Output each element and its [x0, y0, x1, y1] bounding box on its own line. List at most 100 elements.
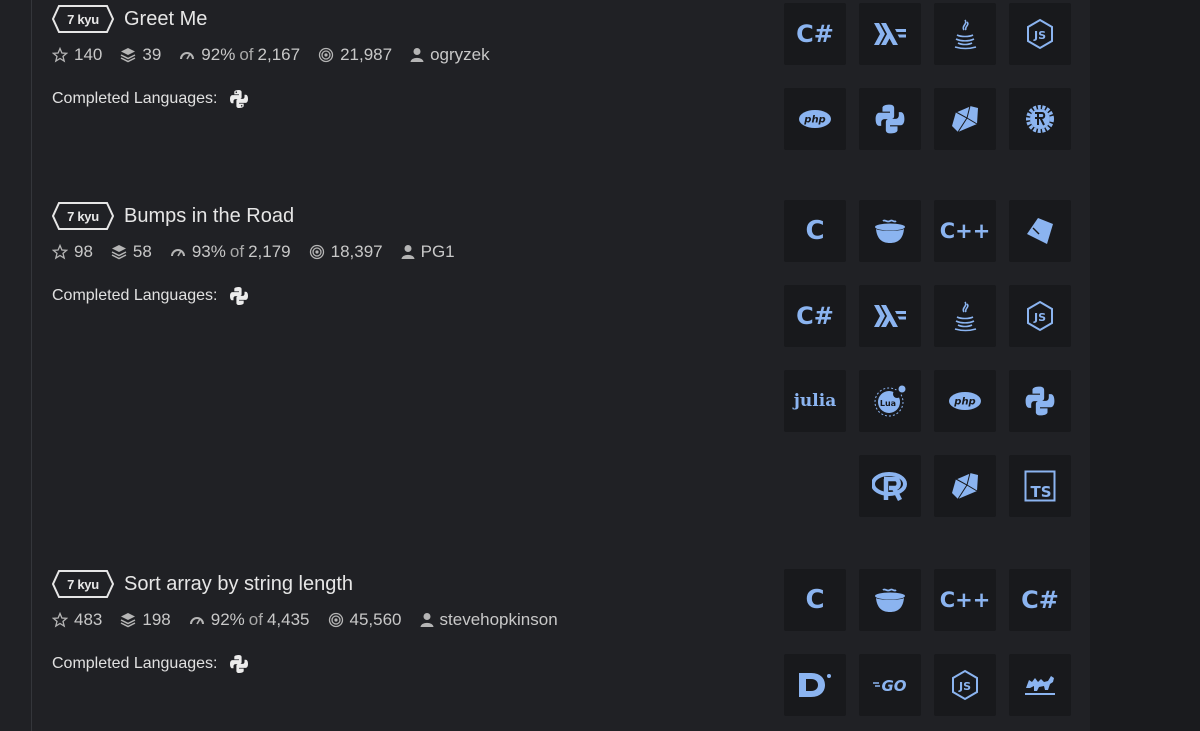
- python-icon[interactable]: [229, 286, 249, 306]
- author-stat[interactable]: ogryzek: [410, 45, 490, 65]
- cpp-icon: C++: [939, 219, 991, 243]
- lang-c[interactable]: C: [784, 569, 846, 631]
- kata-title-link[interactable]: Sort array by string length: [124, 573, 353, 596]
- lang-cpp[interactable]: C++: [934, 200, 996, 262]
- author-link[interactable]: stevehopkinson: [440, 610, 558, 630]
- svg-text:GO: GO: [881, 677, 906, 695]
- julia-icon: julia: [793, 391, 837, 411]
- completed-languages: Completed Languages:: [52, 89, 249, 109]
- python-icon[interactable]: [229, 654, 249, 674]
- layers-icon: [111, 245, 127, 260]
- lang-ruby[interactable]: [934, 455, 996, 517]
- user-icon: [401, 245, 415, 259]
- lang-python[interactable]: [1009, 370, 1071, 432]
- rank-badge[interactable]: 7 kyu: [52, 569, 114, 599]
- collections-count: 58: [132, 242, 152, 261]
- c-icon: C: [805, 585, 825, 615]
- lang-csharp[interactable]: C#: [784, 285, 846, 347]
- python-icon[interactable]: [229, 89, 249, 109]
- lang-elixir[interactable]: [1009, 200, 1071, 262]
- lang-ocaml[interactable]: [1009, 654, 1071, 716]
- svg-text:TS: TS: [1030, 483, 1051, 501]
- lang-csharp[interactable]: C#: [784, 3, 846, 65]
- lang-php[interactable]: php: [784, 88, 846, 150]
- completions-count: 18,397: [330, 242, 383, 261]
- lang-coffeescript[interactable]: [859, 200, 921, 262]
- rank-badge[interactable]: 7 kyu: [52, 4, 114, 34]
- lang-coffeescript[interactable]: [859, 569, 921, 631]
- lang-dart[interactable]: [784, 654, 846, 716]
- completions-stat: 45,560: [328, 610, 402, 630]
- lang-javascript[interactable]: JS: [1009, 285, 1071, 347]
- csharp-icon: C#: [1021, 586, 1059, 614]
- star-icon: [52, 244, 68, 260]
- lang-java[interactable]: [934, 285, 996, 347]
- lang-rust[interactable]: [1009, 88, 1071, 150]
- csharp-icon: C#: [796, 20, 834, 48]
- rank-label: 7 kyu: [67, 11, 99, 27]
- lang-r[interactable]: [859, 455, 921, 517]
- lang-typescript[interactable]: TS: [1009, 455, 1071, 517]
- rank-badge[interactable]: 7 kyu: [52, 201, 114, 231]
- author-link[interactable]: PG1: [421, 242, 455, 262]
- author-stat[interactable]: stevehopkinson: [420, 610, 558, 630]
- stars-stat[interactable]: 140: [52, 45, 102, 65]
- go-icon: GO: [873, 677, 907, 695]
- satisfaction-percent: 92%: [201, 45, 236, 64]
- collections-stat[interactable]: 198: [120, 610, 171, 630]
- lang-julia[interactable]: julia: [784, 370, 846, 432]
- kata-stats: 98 58 93% of 2,179 18,397 PG1: [52, 242, 473, 262]
- author-stat[interactable]: PG1: [401, 242, 455, 262]
- c-icon: C: [805, 216, 825, 246]
- star-icon: [52, 612, 68, 628]
- lang-javascript[interactable]: JS: [1009, 3, 1071, 65]
- completed-languages-label: Completed Languages:: [52, 90, 218, 107]
- lang-cpp[interactable]: C++: [934, 569, 996, 631]
- completed-languages-label: Completed Languages:: [52, 287, 218, 304]
- nodejs-icon: JS: [952, 669, 978, 701]
- author-link[interactable]: ogryzek: [430, 45, 490, 65]
- lang-java[interactable]: [934, 3, 996, 65]
- stars-count: 483: [74, 610, 103, 629]
- lang-go[interactable]: GO: [859, 654, 921, 716]
- lang-haskell[interactable]: [859, 3, 921, 65]
- satisfaction-stat: 92% of 4,435: [189, 610, 310, 630]
- right-side-panel: [1090, 0, 1200, 731]
- ocaml-camel-icon: [1025, 676, 1055, 695]
- completed-languages: Completed Languages:: [52, 286, 249, 306]
- target-icon: [309, 244, 324, 260]
- ruby-icon: [952, 472, 978, 500]
- kata-stats: 483 198 92% of 4,435 45,560 stevehopkins…: [52, 610, 576, 630]
- kata-title-link[interactable]: Bumps in the Road: [124, 205, 294, 228]
- lang-lua[interactable]: Lua: [859, 370, 921, 432]
- gauge-icon: [170, 249, 185, 257]
- lang-php[interactable]: php: [934, 370, 996, 432]
- lang-javascript[interactable]: JS: [934, 654, 996, 716]
- rank-label: 7 kyu: [67, 208, 99, 224]
- rust-icon: [1026, 105, 1054, 133]
- kata-title-link[interactable]: Greet Me: [124, 8, 207, 31]
- stars-count: 140: [74, 45, 103, 64]
- svg-text:php: php: [803, 115, 825, 126]
- votes-count: 2,179: [248, 242, 291, 261]
- cpp-icon: C++: [939, 588, 991, 612]
- kata-title-row: 7 kyu Sort array by string length: [52, 568, 353, 600]
- python-icon: [1025, 386, 1055, 416]
- lang-ruby[interactable]: [934, 88, 996, 150]
- collections-count: 198: [142, 610, 171, 629]
- stars-stat[interactable]: 483: [52, 610, 102, 630]
- lang-python[interactable]: [859, 88, 921, 150]
- svg-text:JS: JS: [1033, 311, 1046, 324]
- haskell-icon: [874, 305, 906, 327]
- stars-stat[interactable]: 98: [52, 242, 93, 262]
- collections-stat[interactable]: 58: [111, 242, 152, 262]
- collections-stat[interactable]: 39: [120, 45, 161, 65]
- lang-csharp[interactable]: C#: [1009, 569, 1071, 631]
- nodejs-icon: JS: [1027, 18, 1053, 50]
- user-icon: [420, 613, 434, 627]
- typescript-icon: TS: [1024, 470, 1056, 502]
- lang-c[interactable]: C: [784, 200, 846, 262]
- star-icon: [52, 47, 68, 63]
- collections-count: 39: [142, 45, 162, 64]
- lang-haskell[interactable]: [859, 285, 921, 347]
